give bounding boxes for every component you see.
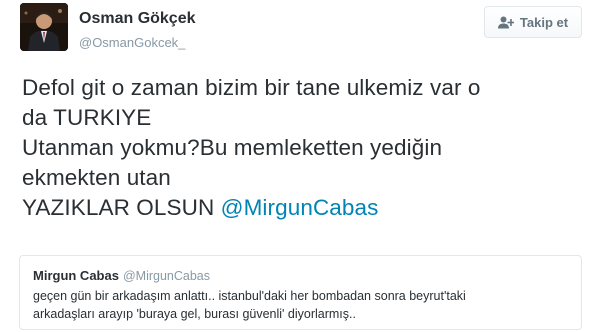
tweet-text-line: Defol git o zaman bizim bir tane ulkemiz…	[22, 75, 481, 100]
embedded-tweet: Osman Gökçek @OsmanGokcek_ Takip et Defo…	[0, 0, 606, 332]
tweet-text-line-prefix: YAZIKLAR OLSUN	[22, 195, 221, 220]
tweet-text-line: da TURKIYE	[22, 105, 152, 130]
follow-button-label: Takip et	[519, 14, 569, 30]
quoted-author-name: Mirgun Cabas	[33, 268, 119, 283]
profile-photo-icon	[20, 3, 68, 51]
mention-link[interactable]: @MirgunCabas	[221, 195, 379, 220]
quoted-tweet-card[interactable]: Mirgun Cabas @MirgunCabas geçen gün bir a…	[19, 255, 582, 330]
author-screen-name[interactable]: @OsmanGokcek_	[79, 35, 185, 50]
quoted-text-line: arkadaşları arayıp 'buraya gel, burası g…	[33, 307, 356, 321]
quoted-text-line: geçen gün bir arkadaşım anlattı.. istanb…	[33, 289, 466, 303]
add-user-icon	[497, 16, 514, 29]
quoted-tweet-text: geçen gün bir arkadaşım anlattı.. istanb…	[33, 287, 573, 323]
follow-button[interactable]: Takip et	[484, 6, 582, 38]
quoted-tweet-header: Mirgun Cabas @MirgunCabas	[33, 267, 210, 285]
author-avatar[interactable]	[20, 3, 68, 51]
quoted-author-handle: @MirgunCabas	[122, 269, 210, 283]
tweet-text-line: Utanman yokmu?Bu memleketten yediğin	[22, 135, 443, 160]
tweet-text-line: YAZIKLAR OLSUN @MirgunCabas	[22, 193, 592, 223]
tweet-text-line: ekmekten utan	[22, 165, 171, 190]
tweet-text: Defol git o zaman bizim bir tane ulkemiz…	[22, 73, 592, 223]
author-display-name[interactable]: Osman Gökçek	[79, 10, 196, 28]
